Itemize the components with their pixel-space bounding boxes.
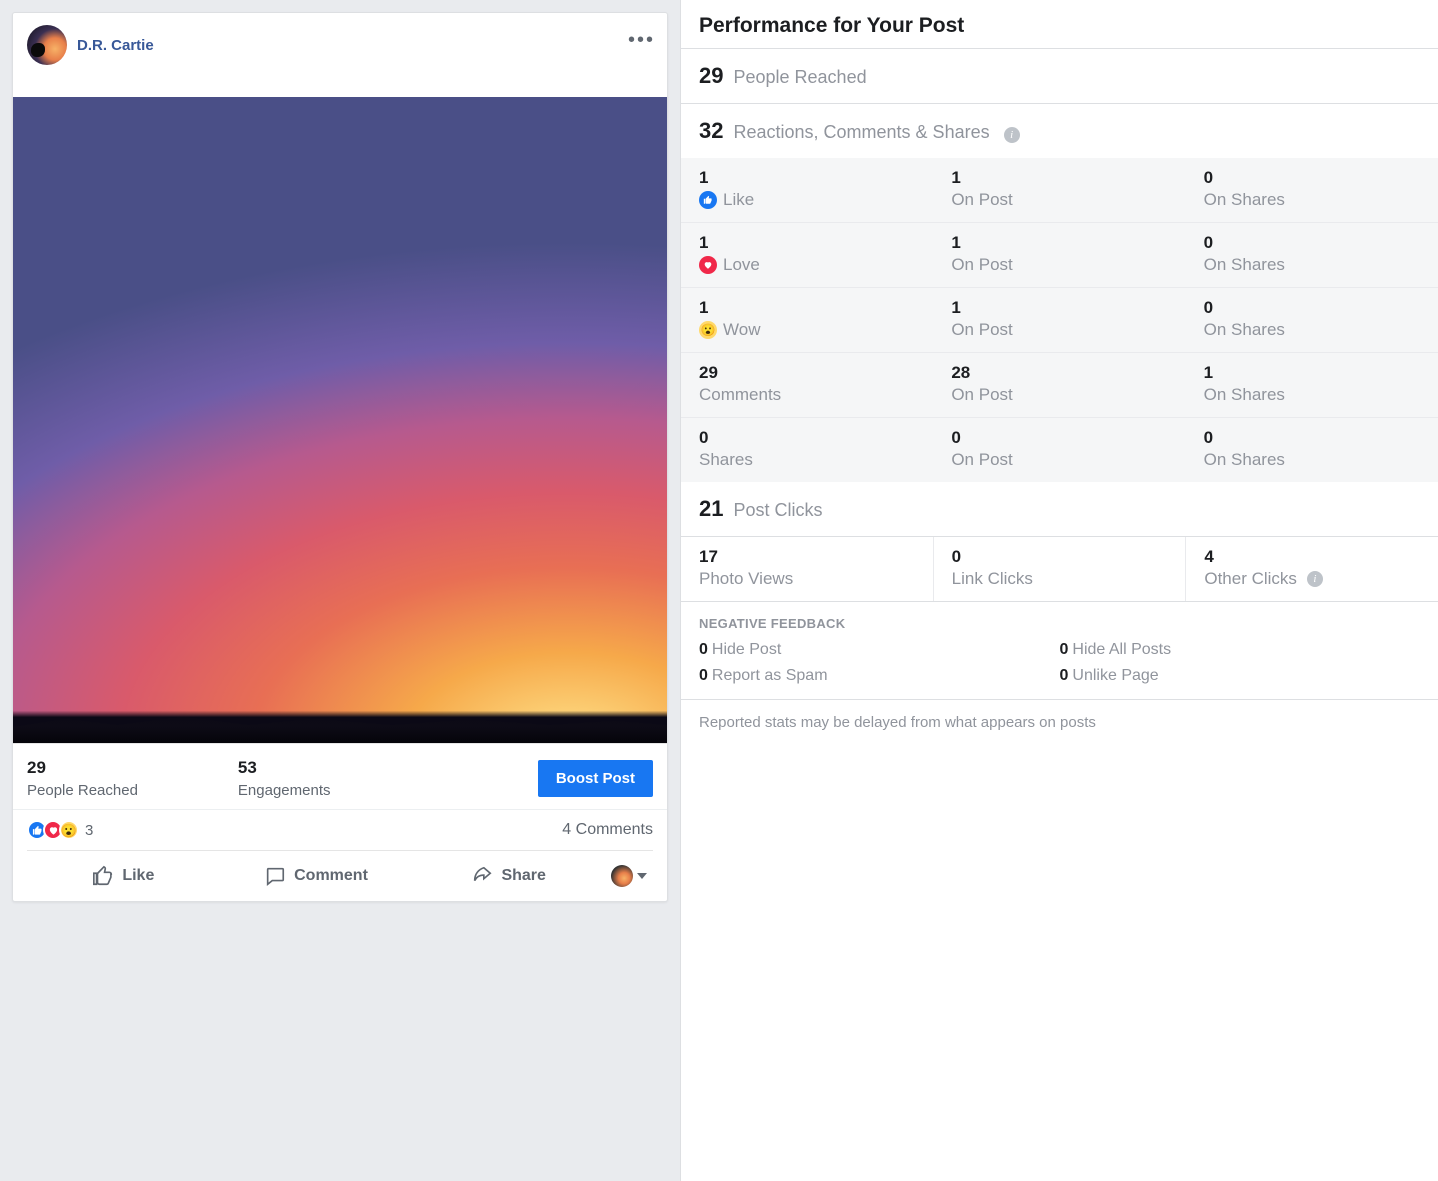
- breakdown-cell: 0On Shares: [1186, 158, 1438, 222]
- negative-feedback-title: NEGATIVE FEEDBACK: [699, 616, 1420, 631]
- author-avatar[interactable]: [27, 25, 67, 65]
- chevron-down-icon: [637, 873, 647, 879]
- clicks-cell: 17Photo Views: [681, 537, 933, 601]
- stat-people-reached[interactable]: 29 People Reached: [27, 758, 138, 799]
- comment-label: Comment: [294, 867, 368, 885]
- breakdown-cell: 0On Shares: [1186, 288, 1438, 352]
- wow-icon: 😮: [59, 820, 79, 840]
- breakdown-cell: 1On Post: [933, 288, 1185, 352]
- comment-button[interactable]: Comment: [220, 857, 413, 895]
- clicks-cell: 4Other Clicks i: [1185, 537, 1438, 601]
- stat-num: 29: [27, 758, 138, 778]
- negative-feedback-section: NEGATIVE FEEDBACK 0Hide Post0Hide All Po…: [681, 602, 1438, 699]
- summary-label: People Reached: [733, 67, 866, 88]
- breakdown-cell: 0Shares: [681, 418, 933, 482]
- reactions-breakdown: 1Like1On Post0On Shares1Love1On Post0On …: [681, 158, 1438, 482]
- breakdown-cell: 28On Post: [933, 353, 1185, 417]
- breakdown-row: 29Comments28On Post1On Shares: [681, 352, 1438, 417]
- boost-post-button[interactable]: Boost Post: [538, 760, 653, 797]
- breakdown-row: 1😮Wow1On Post0On Shares: [681, 287, 1438, 352]
- share-as-selector[interactable]: [605, 865, 653, 887]
- stat-num: 53: [238, 758, 331, 778]
- actions-row: Like Comment Share: [27, 850, 653, 901]
- breakdown-cell: 1Like: [681, 158, 933, 222]
- negative-item: 0Hide Post: [699, 641, 1060, 659]
- post-card: D.R. Cartie ••• 29 People Reached 53 Eng…: [12, 12, 668, 902]
- info-icon[interactable]: i: [1307, 571, 1323, 587]
- clicks-cell: 0Link Clicks: [933, 537, 1186, 601]
- breakdown-row: 1Like1On Post0On Shares: [681, 158, 1438, 222]
- summary-label: Post Clicks: [733, 500, 822, 521]
- summary-people-reached: 29 People Reached: [681, 49, 1438, 103]
- performance-title: Performance for Your Post: [681, 0, 1438, 48]
- stat-engagements[interactable]: 53 Engagements: [238, 758, 331, 799]
- breakdown-cell: 1On Shares: [1186, 353, 1438, 417]
- stats-footnote: Reported stats may be delayed from what …: [681, 699, 1438, 745]
- stat-label: People Reached: [27, 782, 138, 799]
- comments-count[interactable]: 4 Comments: [562, 821, 653, 839]
- summary-num: 21: [699, 496, 723, 522]
- like-label: Like: [122, 867, 154, 885]
- share-label: Share: [501, 867, 545, 885]
- negative-item: 0Hide All Posts: [1060, 641, 1421, 659]
- breakdown-row: 1Love1On Post0On Shares: [681, 222, 1438, 287]
- breakdown-cell: 1😮Wow: [681, 288, 933, 352]
- summary-rcs: 32 Reactions, Comments & Shares i: [681, 104, 1438, 158]
- summary-post-clicks: 21 Post Clicks: [681, 482, 1438, 536]
- like-icon: [699, 191, 717, 209]
- summary-num: 29: [699, 63, 723, 89]
- breakdown-cell: 0On Post: [933, 418, 1185, 482]
- info-icon[interactable]: i: [1004, 127, 1020, 143]
- love-icon: [699, 256, 717, 274]
- breakdown-cell: 1On Post: [933, 223, 1185, 287]
- reaction-icons[interactable]: 😮: [27, 820, 79, 840]
- summary-num: 32: [699, 118, 723, 144]
- comment-icon: [264, 865, 286, 887]
- summary-label: Reactions, Comments & Shares: [733, 122, 989, 143]
- post-image[interactable]: [13, 97, 667, 743]
- reaction-count[interactable]: 3: [85, 822, 93, 839]
- breakdown-cell: 0On Shares: [1186, 418, 1438, 482]
- reactions-row: 😮 3 4 Comments: [13, 809, 667, 850]
- post-stats-row: 29 People Reached 53 Engagements Boost P…: [13, 743, 667, 809]
- thumb-up-icon: [92, 865, 114, 887]
- share-icon: [471, 865, 493, 887]
- breakdown-cell: 29Comments: [681, 353, 933, 417]
- negative-item: 0Unlike Page: [1060, 667, 1421, 685]
- stat-label: Engagements: [238, 782, 331, 799]
- wow-icon: 😮: [699, 321, 717, 339]
- performance-panel: Performance for Your Post 29 People Reac…: [680, 0, 1438, 1181]
- negative-item: 0Report as Spam: [699, 667, 1060, 685]
- more-options-icon[interactable]: •••: [628, 29, 655, 52]
- like-button[interactable]: Like: [27, 857, 220, 895]
- breakdown-cell: 1Love: [681, 223, 933, 287]
- breakdown-row: 0Shares0On Post0On Shares: [681, 417, 1438, 482]
- breakdown-cell: 0On Shares: [1186, 223, 1438, 287]
- post-header: D.R. Cartie •••: [13, 13, 667, 97]
- clicks-breakdown: 17Photo Views0Link Clicks4Other Clicks i: [681, 536, 1438, 602]
- share-button[interactable]: Share: [412, 857, 605, 895]
- author-name[interactable]: D.R. Cartie: [77, 37, 154, 54]
- mini-avatar: [611, 865, 633, 887]
- breakdown-cell: 1On Post: [933, 158, 1185, 222]
